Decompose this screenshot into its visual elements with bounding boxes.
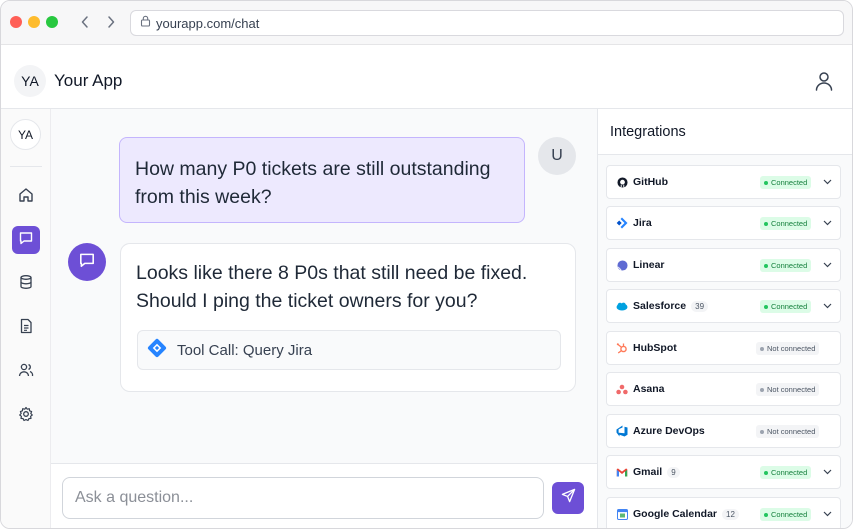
azure-devops-icon <box>616 425 628 437</box>
integration-name: Azure DevOps <box>633 425 705 437</box>
integration-name: Linear <box>633 259 665 271</box>
app-header: YA Your App <box>1 53 852 109</box>
integration-name: Google Calendar <box>633 508 718 520</box>
integrations-panel: Integrations GitHub Connected Jira Conne… <box>597 109 852 528</box>
chevron-down-icon[interactable] <box>822 177 832 187</box>
google-calendar-icon <box>616 508 628 520</box>
status-badge: Connected <box>760 466 812 479</box>
integration-count-badge: 39 <box>691 300 709 312</box>
chat-bubble-icon <box>78 251 96 274</box>
url-text: yourapp.com/chat <box>156 15 260 31</box>
sidebar-item-chat[interactable] <box>12 226 40 254</box>
integration-card-azure-devops[interactable]: Azure DevOps Not connected <box>606 414 841 448</box>
assistant-message-bubble: Looks like there 8 P0s that still need b… <box>120 243 576 392</box>
chevron-down-icon[interactable] <box>822 301 832 311</box>
salesforce-icon <box>616 300 628 312</box>
status-badge: Connected <box>760 176 812 189</box>
status-badge: Not connected <box>756 383 820 396</box>
jira-icon <box>616 217 628 229</box>
back-arrow-icon[interactable] <box>77 13 93 31</box>
tool-call-label: Tool Call: Query Jira <box>177 341 313 359</box>
integration-card-github[interactable]: GitHub Connected <box>606 165 841 199</box>
gear-icon <box>18 406 34 427</box>
ask-question-input[interactable] <box>62 477 544 519</box>
status-badge: Not connected <box>756 425 820 438</box>
user-avatar: U <box>538 137 576 175</box>
asana-icon <box>616 383 628 395</box>
app-logo-avatar: YA <box>14 65 46 97</box>
chevron-down-icon[interactable] <box>822 509 832 519</box>
gmail-icon <box>616 466 628 478</box>
send-button[interactable] <box>552 482 584 514</box>
integration-name: Salesforce <box>633 300 687 312</box>
assistant-avatar <box>68 243 106 281</box>
assistant-message-text: Looks like there 8 P0s that still need b… <box>136 262 528 312</box>
sidebar-item-documents[interactable] <box>12 314 40 342</box>
minimize-window-button[interactable] <box>28 16 40 28</box>
integration-count-badge: 12 <box>722 508 739 520</box>
maximize-window-button[interactable] <box>46 16 58 28</box>
jira-icon <box>146 337 168 364</box>
chevron-down-icon[interactable] <box>822 467 832 477</box>
integration-card-salesforce[interactable]: Salesforce 39 Connected <box>606 289 841 323</box>
integration-name: GitHub <box>633 176 668 188</box>
lock-icon <box>140 14 151 32</box>
sidebar-divider <box>10 166 42 167</box>
home-icon <box>18 187 34 208</box>
sidebar-item-home[interactable] <box>12 183 40 211</box>
sidebar-item-settings[interactable] <box>12 402 40 430</box>
hubspot-icon <box>616 342 628 354</box>
github-icon <box>616 176 628 188</box>
status-badge: Not connected <box>756 342 820 355</box>
users-icon <box>18 362 34 383</box>
integration-card-asana[interactable]: Asana Not connected <box>606 372 841 406</box>
integration-card-google-calendar[interactable]: Google Calendar 12 Connected <box>606 497 841 528</box>
browser-window: yourapp.com/chat YA Your App YA How many… <box>0 0 853 529</box>
chat-panel: How many P0 tickets are still outstandin… <box>51 109 597 463</box>
chat-icon <box>18 230 34 251</box>
address-bar[interactable]: yourapp.com/chat <box>130 10 844 36</box>
integration-card-linear[interactable]: Linear Connected <box>606 248 841 282</box>
status-badge: Connected <box>760 217 812 230</box>
integrations-header: Integrations <box>598 109 852 155</box>
integration-card-jira[interactable]: Jira Connected <box>606 206 841 240</box>
integration-name: Gmail <box>633 466 663 478</box>
document-icon <box>18 318 34 339</box>
sidebar: YA <box>1 109 51 528</box>
user-message-bubble: How many P0 tickets are still outstandin… <box>119 137 525 223</box>
integration-name: Jira <box>633 217 652 229</box>
integration-card-hubspot[interactable]: HubSpot Not connected <box>606 331 841 365</box>
integration-count-badge: 9 <box>667 466 680 478</box>
status-badge: Connected <box>760 259 812 272</box>
sidebar-item-users[interactable] <box>12 358 40 386</box>
composer <box>51 463 597 528</box>
user-profile-icon[interactable] <box>815 71 833 91</box>
sidebar-avatar[interactable]: YA <box>10 119 41 150</box>
integration-name: Asana <box>633 383 665 395</box>
browser-toolbar: yourapp.com/chat <box>1 1 852 45</box>
status-badge: Connected <box>760 300 812 313</box>
integration-card-gmail[interactable]: Gmail 9 Connected <box>606 455 841 489</box>
status-badge: Connected <box>760 508 812 521</box>
linear-icon <box>616 259 628 271</box>
tool-call-chip[interactable]: Tool Call: Query Jira <box>137 330 561 370</box>
chevron-down-icon[interactable] <box>822 260 832 270</box>
integrations-title: Integrations <box>610 124 686 140</box>
sidebar-item-database[interactable] <box>12 270 40 298</box>
close-window-button[interactable] <box>10 16 22 28</box>
app-title: Your App <box>54 71 123 90</box>
send-icon <box>561 488 576 508</box>
database-icon <box>18 274 34 295</box>
integration-name: HubSpot <box>633 342 677 354</box>
forward-arrow-icon[interactable] <box>103 13 119 31</box>
chevron-down-icon[interactable] <box>822 218 832 228</box>
